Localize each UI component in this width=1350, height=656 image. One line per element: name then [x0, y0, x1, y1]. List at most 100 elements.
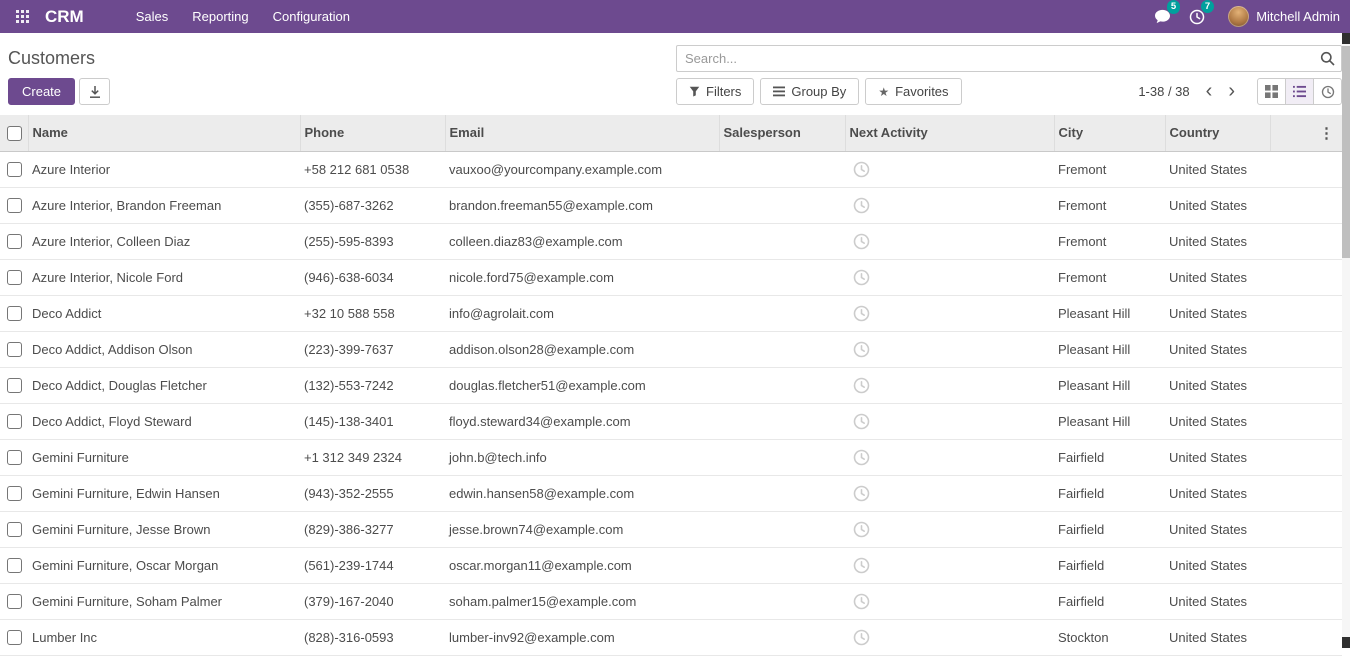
row-checkbox[interactable] [7, 162, 22, 177]
activities-badge: 7 [1201, 0, 1214, 13]
next-activity-clock-icon[interactable] [853, 413, 870, 430]
menu-reporting[interactable]: Reporting [180, 1, 260, 32]
view-activity-button[interactable] [1313, 78, 1342, 105]
cell-country: United States [1165, 187, 1270, 223]
view-list-button[interactable] [1285, 78, 1314, 105]
cell-salesperson [719, 151, 845, 187]
table-header-row: Name Phone Email Salesperson Next Activi… [0, 115, 1342, 151]
next-activity-clock-icon[interactable] [853, 233, 870, 250]
column-header-phone[interactable]: Phone [300, 115, 445, 151]
scrollbar-thumb[interactable] [1342, 46, 1350, 258]
column-header-country[interactable]: Country [1165, 115, 1270, 151]
search-input[interactable] [676, 45, 1342, 72]
row-checkbox[interactable] [7, 306, 22, 321]
row-checkbox[interactable] [7, 522, 22, 537]
table-row[interactable]: Gemini Furniture, Jesse Brown (829)-386-… [0, 511, 1342, 547]
table-row[interactable]: Deco Addict, Floyd Steward (145)-138-340… [0, 403, 1342, 439]
row-checkbox[interactable] [7, 378, 22, 393]
pager-range: 1-38 / 38 [1138, 84, 1189, 99]
cell-phone: (132)-553-7242 [300, 367, 445, 403]
search-icon[interactable] [1320, 51, 1335, 66]
favorites-icon: ★ [878, 86, 889, 98]
cell-email: nicole.ford75@example.com [445, 259, 719, 295]
activities-button[interactable]: 7 [1180, 5, 1214, 29]
next-activity-clock-icon[interactable] [853, 485, 870, 502]
table-row[interactable]: Deco Addict, Addison Olson (223)-399-763… [0, 331, 1342, 367]
row-checkbox[interactable] [7, 486, 22, 501]
table-row[interactable]: Deco Addict +32 10 588 558 info@agrolait… [0, 295, 1342, 331]
next-activity-clock-icon[interactable] [853, 557, 870, 574]
row-checkbox[interactable] [7, 594, 22, 609]
cell-email: lumber-inv92@example.com [445, 619, 719, 655]
view-kanban-button[interactable] [1257, 78, 1286, 105]
next-activity-clock-icon[interactable] [853, 269, 870, 286]
next-activity-clock-icon[interactable] [853, 341, 870, 358]
table-row[interactable]: Azure Interior +58 212 681 0538 vauxoo@y… [0, 151, 1342, 187]
next-activity-clock-icon[interactable] [853, 377, 870, 394]
next-activity-clock-icon[interactable] [853, 593, 870, 610]
cell-phone: +58 212 681 0538 [300, 151, 445, 187]
column-header-city[interactable]: City [1054, 115, 1165, 151]
column-header-email[interactable]: Email [445, 115, 719, 151]
filters-button[interactable]: Filters [676, 78, 754, 105]
column-header-name[interactable]: Name [28, 115, 300, 151]
row-checkbox[interactable] [7, 630, 22, 645]
table-body: Azure Interior +58 212 681 0538 vauxoo@y… [0, 151, 1342, 655]
cell-city: Pleasant Hill [1054, 403, 1165, 439]
next-activity-clock-icon[interactable] [853, 305, 870, 322]
menu-configuration[interactable]: Configuration [261, 1, 362, 32]
row-checkbox[interactable] [7, 342, 22, 357]
view-activity-icon [1321, 85, 1335, 99]
cell-salesperson [719, 403, 845, 439]
column-options-icon[interactable]: ⋮ [1270, 115, 1342, 151]
cell-country: United States [1165, 223, 1270, 259]
cell-spacer [1270, 331, 1342, 367]
cell-salesperson [719, 583, 845, 619]
scroll-up-arrow[interactable] [1342, 33, 1350, 44]
row-checkbox[interactable] [7, 198, 22, 213]
row-checkbox[interactable] [7, 414, 22, 429]
table-row[interactable]: Gemini Furniture +1 312 349 2324 john.b@… [0, 439, 1342, 475]
cell-spacer [1270, 403, 1342, 439]
table-row[interactable]: Gemini Furniture, Soham Palmer (379)-167… [0, 583, 1342, 619]
messages-button[interactable]: 5 [1145, 5, 1180, 28]
cell-phone: (355)-687-3262 [300, 187, 445, 223]
table-row[interactable]: Azure Interior, Colleen Diaz (255)-595-8… [0, 223, 1342, 259]
table-row[interactable]: Azure Interior, Nicole Ford (946)-638-60… [0, 259, 1342, 295]
row-checkbox[interactable] [7, 270, 22, 285]
menu-sales[interactable]: Sales [124, 1, 181, 32]
select-all-checkbox[interactable] [7, 126, 22, 141]
export-button[interactable] [79, 78, 110, 105]
pager-prev-button[interactable]: ‹ [1198, 79, 1221, 104]
table-row[interactable]: Gemini Furniture, Edwin Hansen (943)-352… [0, 475, 1342, 511]
row-checkbox[interactable] [7, 450, 22, 465]
cell-spacer [1270, 583, 1342, 619]
pager-next-button[interactable]: › [1220, 79, 1243, 104]
column-header-salesperson[interactable]: Salesperson [719, 115, 845, 151]
cell-salesperson [719, 439, 845, 475]
cell-country: United States [1165, 151, 1270, 187]
app-brand[interactable]: CRM [45, 7, 84, 27]
column-header-next-activity[interactable]: Next Activity [845, 115, 1054, 151]
user-menu[interactable]: Mitchell Admin [1228, 6, 1340, 27]
row-checkbox[interactable] [7, 558, 22, 573]
row-checkbox[interactable] [7, 234, 22, 249]
cell-next-activity [845, 547, 1054, 583]
apps-menu-button[interactable] [10, 6, 35, 27]
table-row[interactable]: Lumber Inc (828)-316-0593 lumber-inv92@e… [0, 619, 1342, 655]
create-button[interactable]: Create [8, 78, 75, 105]
group-by-button[interactable]: Group By [760, 78, 859, 105]
next-activity-clock-icon[interactable] [853, 521, 870, 538]
next-activity-clock-icon[interactable] [853, 449, 870, 466]
cell-spacer [1270, 151, 1342, 187]
table-row[interactable]: Deco Addict, Douglas Fletcher (132)-553-… [0, 367, 1342, 403]
view-list-icon [1293, 85, 1306, 98]
favorites-button[interactable]: ★ Favorites [865, 78, 961, 105]
next-activity-clock-icon[interactable] [853, 197, 870, 214]
table-row[interactable]: Gemini Furniture, Oscar Morgan (561)-239… [0, 547, 1342, 583]
next-activity-clock-icon[interactable] [853, 161, 870, 178]
table-row[interactable]: Azure Interior, Brandon Freeman (355)-68… [0, 187, 1342, 223]
row-select-cell [0, 583, 28, 619]
scroll-down-arrow[interactable] [1342, 637, 1350, 648]
next-activity-clock-icon[interactable] [853, 629, 870, 646]
